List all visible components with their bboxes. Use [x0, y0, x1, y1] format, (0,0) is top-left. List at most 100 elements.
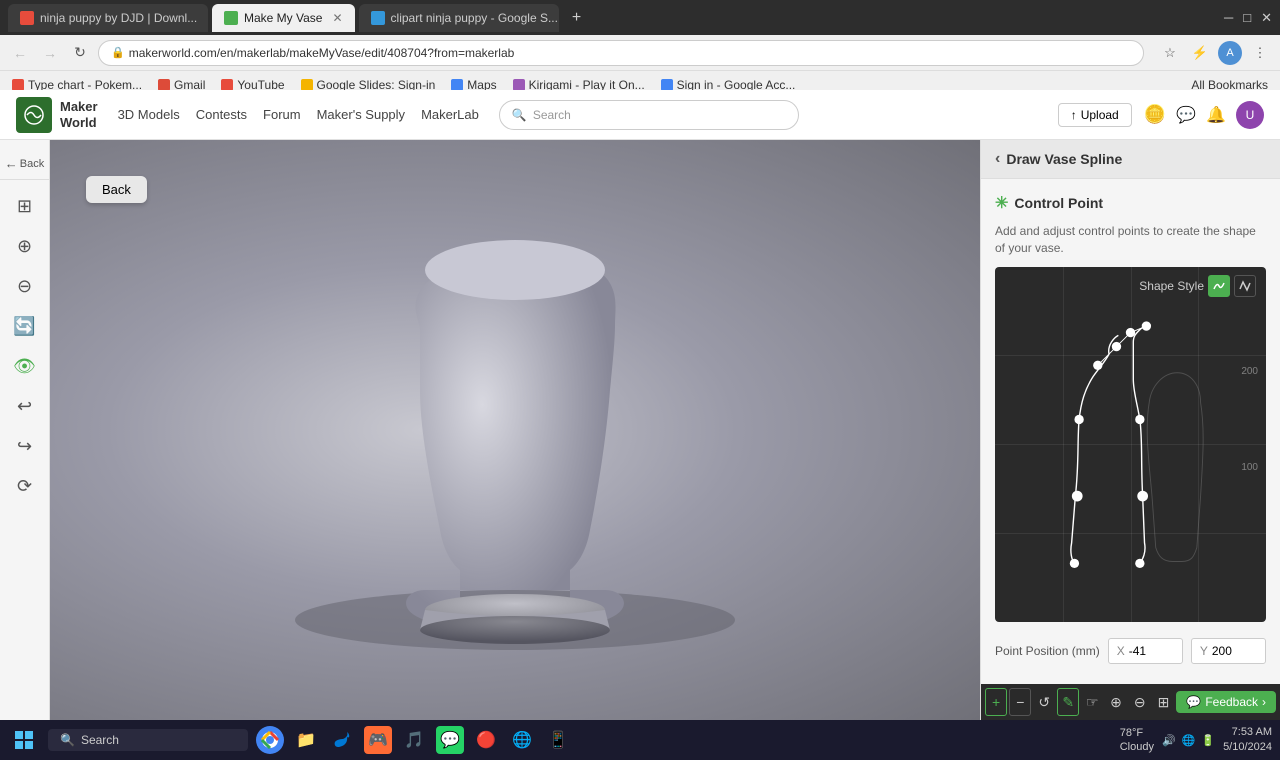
app-container: MakerWorld 3D Models Contests Forum Make…: [0, 90, 1280, 720]
bookmark-star-icon[interactable]: ☆: [1158, 41, 1182, 65]
forward-nav-button[interactable]: →: [38, 41, 62, 65]
browser-tab-3[interactable]: clipart ninja puppy - Google S... ✕: [359, 4, 559, 32]
taskbar-app2-icon[interactable]: 🎵: [400, 726, 428, 754]
bookmark-favicon: [158, 79, 170, 91]
pointer-tool-button[interactable]: ☞: [1081, 688, 1103, 716]
undo-button[interactable]: ↩: [7, 388, 43, 424]
cp-bottom-right[interactable]: [1135, 558, 1144, 567]
nav-contests[interactable]: Contests: [196, 107, 247, 122]
bell-icon[interactable]: 🔔: [1206, 105, 1226, 125]
tab1-label: ninja puppy by DJD | Downl...: [40, 11, 197, 25]
back-nav-button[interactable]: ←: [8, 41, 32, 65]
left-spline-curve: [1071, 335, 1118, 563]
zoom-out-button[interactable]: ⊖: [7, 268, 43, 304]
cp-upper-left[interactable]: [1074, 414, 1083, 423]
reset-button[interactable]: ⟳: [7, 468, 43, 504]
redo-button[interactable]: ↪: [7, 428, 43, 464]
browser-titlebar: ninja puppy by DJD | Downl... ✕ Make My …: [0, 0, 1280, 35]
search-placeholder: Search: [533, 108, 571, 122]
feedback-label: Feedback: [1205, 695, 1258, 709]
taskbar-icon-3[interactable]: 🔋: [1201, 734, 1215, 747]
start-button[interactable]: [8, 724, 40, 756]
cp-top-right[interactable]: [1142, 321, 1151, 330]
cp-bottom-left[interactable]: [1070, 558, 1079, 567]
bookmark-favicon: [12, 79, 24, 91]
remove-point-button[interactable]: −: [1009, 688, 1031, 716]
control-point-label: Control Point: [1014, 195, 1103, 211]
taskbar-search[interactable]: 🔍 Search: [48, 729, 248, 751]
minimize-button[interactable]: ─: [1224, 10, 1233, 26]
address-text: makerworld.com/en/makerlab/makeMyVase/ed…: [129, 46, 515, 60]
fit-view-button[interactable]: ⊞: [7, 188, 43, 224]
panel-back-arrow[interactable]: ‹: [995, 150, 1000, 168]
y-position-field[interactable]: Y 200: [1191, 638, 1266, 664]
taskbar-right: 78°F Cloudy 🔊 🌐 🔋 7:53 AM 5/10/2024: [1120, 725, 1272, 756]
avatar[interactable]: U: [1236, 101, 1264, 129]
taskbar-app1-icon[interactable]: 🎮: [364, 726, 392, 754]
add-point-button[interactable]: +: [985, 688, 1007, 716]
date-display: 5/10/2024: [1223, 740, 1272, 755]
bookmark-favicon: [513, 79, 525, 91]
viewport[interactable]: Back: [50, 140, 980, 720]
maximize-button[interactable]: □: [1243, 10, 1251, 26]
taskbar-edge-icon[interactable]: [328, 726, 356, 754]
taskbar-app3-icon[interactable]: 💬: [436, 726, 464, 754]
extensions-icon[interactable]: ⚡: [1188, 41, 1212, 65]
menu-icon[interactable]: ⋮: [1248, 41, 1272, 65]
back-btn[interactable]: Back: [86, 176, 147, 203]
cp-top-left[interactable]: [1093, 360, 1102, 369]
close-button[interactable]: ✕: [1261, 10, 1272, 26]
edit-spline-button[interactable]: ✎: [1057, 688, 1079, 716]
weather-temp: 78°F: [1120, 726, 1154, 740]
zoom-in-spline-button[interactable]: ⊕: [1105, 688, 1127, 716]
reload-button[interactable]: ↻: [68, 41, 92, 65]
browser-tab-2[interactable]: Make My Vase ✕: [212, 4, 355, 32]
cp-handle-1[interactable]: [1112, 342, 1121, 351]
fit-spline-button[interactable]: ⊞: [1153, 688, 1175, 716]
address-bar[interactable]: 🔒 makerworld.com/en/makerlab/makeMyVase/…: [98, 40, 1144, 66]
panel-content: ✳ Control Point Add and adjust control p…: [981, 179, 1280, 684]
coin-icon: 🪙: [1144, 104, 1166, 125]
upload-label: Upload: [1081, 108, 1119, 122]
taskbar-folder-icon[interactable]: 📁: [292, 726, 320, 754]
spline-canvas[interactable]: 200 100 Shape Style: [995, 267, 1266, 622]
maker-world-logo[interactable]: [16, 97, 52, 133]
nav-forum[interactable]: Forum: [263, 107, 301, 122]
panel-title: Draw Vase Spline: [1006, 151, 1122, 167]
nav-makers-supply[interactable]: Maker's Supply: [317, 107, 405, 122]
taskbar-icon-2[interactable]: 🌐: [1182, 734, 1196, 747]
bookmark-favicon: [451, 79, 463, 91]
back-to-editor[interactable]: ← Back: [5, 156, 44, 171]
zoom-in-button[interactable]: ⊕: [7, 228, 43, 264]
taskbar-icon-1[interactable]: 🔊: [1162, 734, 1176, 747]
taskbar-chrome-icon[interactable]: [256, 726, 284, 754]
browser-tab-1[interactable]: ninja puppy by DJD | Downl... ✕: [8, 4, 208, 32]
zoom-out-spline-button[interactable]: ⊖: [1129, 688, 1151, 716]
reset-spline-button[interactable]: ↺: [1033, 688, 1055, 716]
nav-makerlab[interactable]: MakerLab: [421, 107, 479, 122]
x-position-field[interactable]: X -41: [1108, 638, 1183, 664]
feedback-arrow: ›: [1262, 695, 1266, 709]
x-value: -41: [1129, 644, 1146, 658]
upload-button[interactable]: ↑ Upload: [1058, 103, 1132, 127]
rotate-button[interactable]: 🔄: [7, 308, 43, 344]
profile-icon[interactable]: A: [1218, 41, 1242, 65]
tab2-close[interactable]: ✕: [332, 11, 342, 25]
weather-desc: Cloudy: [1120, 740, 1154, 754]
right-spline-curve: [1133, 326, 1146, 563]
cp-mid-left[interactable]: [1073, 491, 1082, 500]
eye-button[interactable]: 👁: [7, 348, 43, 384]
taskbar-app6-icon[interactable]: 📱: [544, 726, 572, 754]
feedback-button[interactable]: 💬 Feedback ›: [1176, 691, 1276, 713]
edge-icon: [333, 731, 351, 749]
nav-3d-models[interactable]: 3D Models: [118, 107, 180, 122]
cp-upper-right[interactable]: [1135, 414, 1144, 423]
cp-mid-right[interactable]: [1138, 491, 1147, 500]
header-search[interactable]: 🔍 Search: [499, 100, 799, 130]
tab1-close[interactable]: ✕: [207, 11, 208, 25]
taskbar-app5-icon[interactable]: 🌐: [508, 726, 536, 754]
new-tab-button[interactable]: +: [563, 4, 591, 32]
control-point-icon: ✳: [995, 193, 1008, 213]
taskbar-app4-icon[interactable]: 🔴: [472, 726, 500, 754]
chat-icon[interactable]: 💬: [1176, 105, 1196, 125]
